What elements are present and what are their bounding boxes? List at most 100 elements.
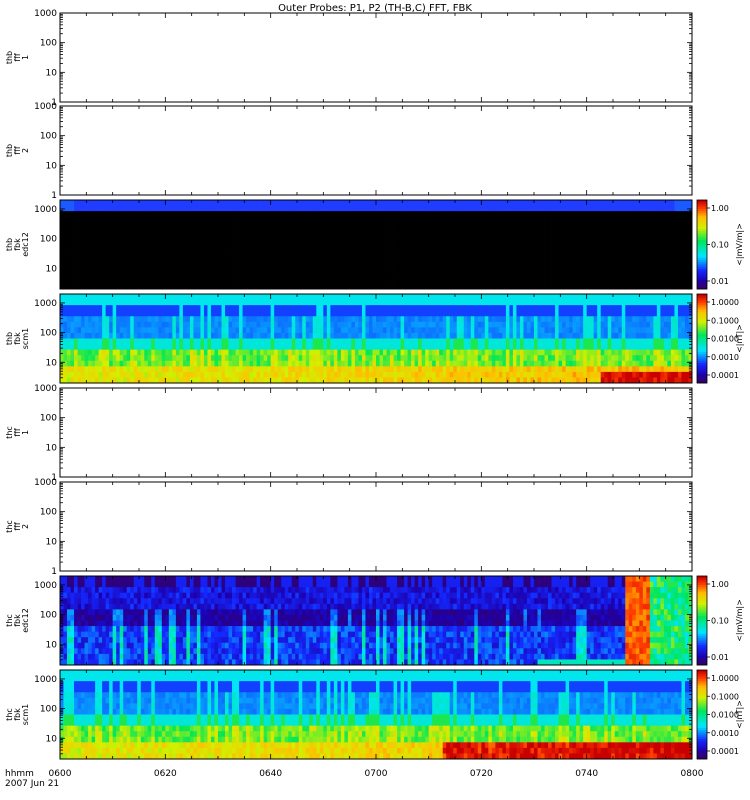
heatmap-cell — [488, 227, 493, 234]
heatmap-cell — [386, 261, 391, 268]
heatmap-cell — [182, 216, 187, 223]
heatmap-cell — [196, 332, 201, 339]
heatmap-cell — [351, 366, 356, 373]
heatmap-cell — [158, 371, 163, 378]
heatmap-cell — [281, 211, 286, 218]
heatmap-cell — [383, 216, 387, 223]
heatmap-cell — [519, 211, 524, 218]
heatmap-cell — [361, 332, 366, 339]
heatmap-cell — [309, 327, 314, 334]
heatmap-cell — [397, 332, 401, 339]
heatmap-cell — [67, 216, 71, 223]
heatmap-cell — [179, 205, 184, 212]
heatmap-cell — [611, 250, 616, 257]
heatmap-cell — [98, 371, 103, 378]
heatmap-cell — [340, 344, 345, 351]
heatmap-cell — [625, 244, 630, 251]
heatmap-cell — [140, 211, 145, 218]
heatmap-cell — [158, 272, 163, 279]
heatmap-cell — [116, 366, 121, 373]
heatmap-cell — [291, 305, 296, 312]
heatmap-cell — [210, 332, 215, 339]
heatmap-cell — [112, 366, 117, 373]
heatmap-cell — [246, 310, 250, 317]
heatmap-cell — [354, 222, 359, 229]
heatmap-cell — [625, 216, 630, 223]
heatmap-cell — [130, 277, 135, 284]
heatmap-cell — [621, 238, 626, 245]
heatmap-cell — [516, 222, 521, 229]
heatmap-cell — [516, 238, 521, 245]
heatmap-cell — [509, 266, 514, 273]
heatmap-cell — [242, 360, 247, 367]
heatmap-cell — [102, 233, 107, 240]
heatmap-cell — [291, 244, 296, 251]
heatmap-cell — [147, 200, 152, 206]
heatmap-cell — [218, 200, 222, 206]
heatmap-cell — [653, 216, 658, 223]
heatmap-cell — [130, 250, 135, 257]
heatmap-cell — [512, 222, 517, 229]
heatmap-cell — [144, 250, 149, 257]
heatmap-cell — [161, 344, 166, 351]
heatmap-cell — [88, 344, 92, 351]
heatmap-cell — [611, 277, 616, 284]
heatmap-cell — [548, 250, 552, 257]
heatmap-cell — [60, 261, 64, 268]
heatmap-cell — [586, 261, 591, 268]
heatmap-cell — [365, 261, 370, 268]
heatmap-cell — [239, 332, 243, 339]
heatmap-cell — [593, 227, 598, 234]
heatmap-cell — [98, 310, 103, 317]
heatmap-cell — [425, 371, 430, 378]
y-axis-label: edc12 — [21, 232, 30, 257]
heatmap-cell — [214, 277, 219, 284]
heatmap-cell — [632, 250, 637, 257]
heatmap-cell — [263, 205, 268, 212]
heatmap-cell — [144, 305, 149, 312]
heatmap-cell — [439, 205, 444, 212]
heatmap-cell — [267, 255, 272, 262]
heatmap-cell — [432, 205, 437, 212]
heatmap-cell — [60, 344, 64, 351]
heatmap-cell — [579, 277, 584, 284]
heatmap-cell — [319, 349, 324, 356]
heatmap-cell — [74, 233, 78, 240]
heatmap-cell — [270, 316, 275, 323]
heatmap-cell — [425, 355, 430, 362]
heatmap-cell — [63, 250, 68, 257]
heatmap-cell — [358, 205, 363, 212]
heatmap-cell — [239, 277, 243, 284]
heatmap-cell — [158, 227, 163, 234]
heatmap-cell — [337, 250, 342, 257]
heatmap-cell — [260, 272, 265, 279]
heatmap-cell — [126, 310, 131, 317]
heatmap-cell — [284, 294, 289, 300]
heatmap-cell — [298, 233, 303, 240]
heatmap-cell — [523, 200, 528, 206]
heatmap-cell — [193, 255, 198, 262]
heatmap-cell — [168, 327, 173, 334]
heatmap-cell — [239, 255, 243, 262]
heatmap-cell — [418, 305, 423, 312]
heatmap-cell — [614, 233, 619, 240]
heatmap-cell — [326, 327, 331, 334]
heatmap-cell — [495, 227, 500, 234]
heatmap-cell — [84, 327, 89, 334]
heatmap-cell — [277, 299, 282, 306]
heatmap-cell — [555, 277, 559, 284]
heatmap-cell — [63, 310, 68, 317]
heatmap-cell — [625, 222, 630, 229]
heatmap-cell — [232, 360, 236, 367]
heatmap-cell — [418, 277, 423, 284]
heatmap-cell — [288, 200, 293, 206]
heatmap-cell — [200, 338, 205, 345]
heatmap-cell — [674, 250, 679, 257]
heatmap-cell — [102, 321, 107, 328]
heatmap-cell — [312, 360, 317, 367]
heatmap-cell — [151, 310, 156, 317]
heatmap-cell — [607, 238, 612, 245]
heatmap-cell — [435, 216, 440, 223]
heatmap-cell — [351, 344, 356, 351]
heatmap-cell — [347, 355, 352, 362]
